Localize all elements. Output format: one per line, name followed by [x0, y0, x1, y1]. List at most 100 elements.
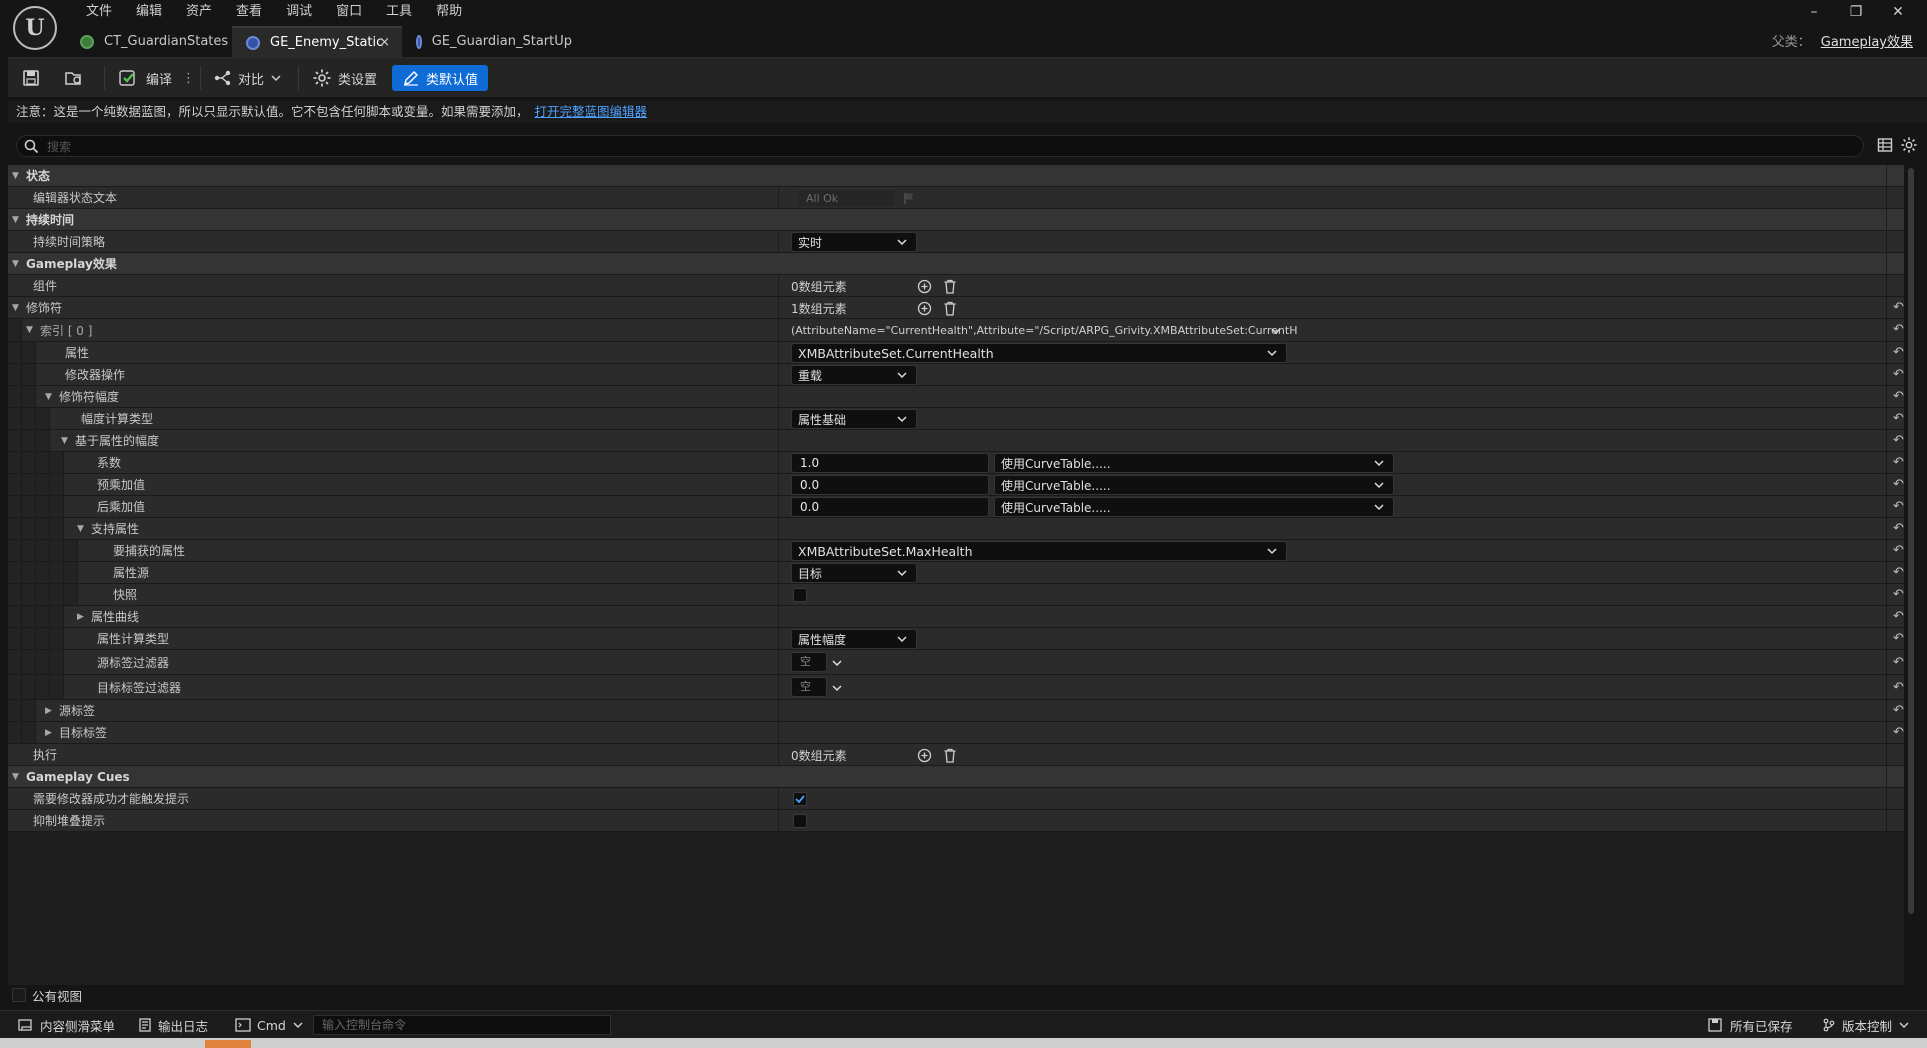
- tab-ge-guardian-startup[interactable]: GE_Guardian_StartUp: [402, 26, 572, 57]
- collapse-arrow-icon[interactable]: ▼: [12, 171, 26, 181]
- reset-to-default-icon[interactable]: ↶: [1893, 631, 1904, 646]
- console-command-input[interactable]: [313, 1015, 611, 1035]
- close-icon[interactable]: ✕: [1877, 2, 1919, 22]
- more-options-icon[interactable]: ⋮: [182, 71, 195, 86]
- collapse-arrow-icon[interactable]: ▼: [12, 303, 26, 313]
- output-log-button[interactable]: 输出日志: [138, 1015, 208, 1035]
- chevron-down-icon[interactable]: [831, 682, 843, 694]
- chevron-down-icon[interactable]: [831, 657, 843, 669]
- trash-icon[interactable]: [943, 301, 957, 316]
- menu-debug[interactable]: 调试: [274, 2, 324, 22]
- source-tag-filter-box[interactable]: 空: [791, 652, 827, 672]
- tab-ct-guardianstates[interactable]: CT_GuardianStates: [66, 26, 232, 57]
- search-input[interactable]: [47, 138, 1847, 155]
- category-gameplay-cues[interactable]: ▼ Gameplay Cues: [8, 766, 1904, 788]
- reset-to-default-icon[interactable]: ↶: [1893, 680, 1904, 695]
- reset-to-default-icon[interactable]: ↶: [1893, 300, 1904, 315]
- collapse-arrow-icon[interactable]: ▼: [12, 772, 26, 782]
- open-full-editor-link[interactable]: 打开完整蓝图编辑器: [535, 104, 648, 119]
- require-success-checkbox[interactable]: [793, 792, 807, 806]
- category-status[interactable]: ▼ 状态: [8, 165, 1904, 187]
- class-defaults-button[interactable]: 类默认值: [392, 65, 489, 91]
- menu-help[interactable]: 帮助: [424, 2, 474, 22]
- reset-to-default-icon[interactable]: ↶: [1893, 543, 1904, 558]
- reset-to-default-icon[interactable]: ↶: [1893, 725, 1904, 740]
- details-scrollbar[interactable]: [1908, 168, 1914, 914]
- menu-tools[interactable]: 工具: [374, 2, 424, 22]
- menu-asset[interactable]: 资产: [174, 2, 224, 22]
- add-element-icon[interactable]: [917, 279, 932, 294]
- menu-edit[interactable]: 编辑: [124, 2, 174, 22]
- magnitude-calc-type-dropdown[interactable]: 属性基础: [791, 409, 917, 429]
- target-tag-filter-box[interactable]: 空: [791, 677, 827, 697]
- collapse-arrow-icon[interactable]: ▼: [12, 215, 26, 225]
- expand-arrow-icon[interactable]: ▶: [77, 612, 91, 622]
- reset-to-default-icon[interactable]: ↶: [1893, 367, 1904, 382]
- chevron-down-icon[interactable]: [1270, 325, 1282, 337]
- reset-to-default-icon[interactable]: ↶: [1893, 345, 1904, 360]
- attribute-dropdown[interactable]: XMBAttributeSet.CurrentHealth: [791, 343, 1287, 363]
- modifier-op-dropdown[interactable]: 重载: [791, 365, 917, 385]
- reset-to-default-icon[interactable]: ↶: [1893, 703, 1904, 718]
- reset-to-default-icon[interactable]: ↶: [1893, 411, 1904, 426]
- collapse-arrow-icon[interactable]: ▼: [61, 436, 75, 446]
- reset-to-default-icon[interactable]: ↶: [1893, 455, 1904, 470]
- class-settings-button[interactable]: 类设置: [312, 65, 377, 91]
- close-tab-icon[interactable]: ×: [379, 35, 390, 50]
- snapshot-checkbox[interactable]: [793, 588, 807, 602]
- compile-button[interactable]: 编译 ⋮: [118, 65, 195, 91]
- reset-to-default-icon[interactable]: ↶: [1893, 477, 1904, 492]
- attr-calc-type-dropdown[interactable]: 属性幅度: [791, 629, 917, 649]
- reset-to-default-icon[interactable]: ↶: [1893, 433, 1904, 448]
- reset-to-default-icon[interactable]: ↶: [1893, 655, 1904, 670]
- expand-arrow-icon[interactable]: ▶: [45, 728, 59, 738]
- attribute-source-dropdown[interactable]: 目标: [791, 563, 917, 583]
- add-element-icon[interactable]: [917, 748, 932, 763]
- category-duration[interactable]: ▼ 持续时间: [8, 209, 1904, 231]
- public-view-checkbox[interactable]: [12, 988, 26, 1002]
- diff-button[interactable]: 对比: [212, 65, 282, 91]
- captured-attribute-dropdown[interactable]: XMBAttributeSet.MaxHealth: [791, 541, 1287, 561]
- reset-to-default-icon[interactable]: ↶: [1893, 565, 1904, 580]
- cmd-dropdown[interactable]: Cmd: [235, 1015, 304, 1035]
- pre-multiply-input[interactable]: 0.0: [791, 475, 989, 495]
- save-button[interactable]: [22, 65, 40, 91]
- menu-file[interactable]: 文件: [74, 2, 124, 22]
- all-saved-button[interactable]: 所有已保存: [1708, 1015, 1793, 1035]
- curve-table-dropdown[interactable]: 使用CurveTable.....: [994, 453, 1394, 473]
- suppress-stacking-checkbox[interactable]: [793, 814, 807, 828]
- reset-to-default-icon[interactable]: ↶: [1893, 609, 1904, 624]
- duration-policy-dropdown[interactable]: 实时: [791, 232, 917, 252]
- post-multiply-input[interactable]: 0.0: [791, 497, 989, 517]
- gear-icon[interactable]: [1900, 136, 1918, 154]
- coefficient-input[interactable]: 1.0: [791, 453, 989, 473]
- content-drawer-button[interactable]: 内容侧滑菜单: [18, 1015, 115, 1035]
- tab-ge-enemy-static[interactable]: GE_Enemy_Static ×: [232, 26, 402, 57]
- trash-icon[interactable]: [943, 279, 957, 294]
- menu-window[interactable]: 窗口: [324, 2, 374, 22]
- reset-to-default-icon[interactable]: ↶: [1893, 322, 1904, 337]
- unreal-logo[interactable]: U: [13, 6, 57, 50]
- category-gameplay-effect[interactable]: ▼ Gameplay效果: [8, 253, 1904, 275]
- collapse-arrow-icon[interactable]: ▼: [12, 259, 26, 269]
- minimize-icon[interactable]: –: [1793, 2, 1835, 22]
- add-element-icon[interactable]: [917, 301, 932, 316]
- curve-table-dropdown[interactable]: 使用CurveTable.....: [994, 475, 1394, 495]
- reset-to-default-icon[interactable]: ↶: [1893, 521, 1904, 536]
- trash-icon[interactable]: [943, 748, 957, 763]
- restore-icon[interactable]: ❐: [1835, 2, 1877, 22]
- source-control-button[interactable]: 版本控制: [1822, 1015, 1910, 1035]
- curve-table-dropdown[interactable]: 使用CurveTable.....: [994, 497, 1394, 517]
- collapse-arrow-icon[interactable]: ▼: [26, 325, 40, 335]
- reset-to-default-icon[interactable]: ↶: [1893, 499, 1904, 514]
- collapse-arrow-icon[interactable]: ▼: [77, 524, 91, 534]
- browse-button[interactable]: [64, 65, 84, 91]
- public-view-toggle[interactable]: 公有视图: [8, 985, 1904, 1005]
- collapse-arrow-icon[interactable]: ▼: [45, 392, 59, 402]
- reset-to-default-icon[interactable]: ↶: [1893, 587, 1904, 602]
- reset-to-default-icon[interactable]: ↶: [1893, 389, 1904, 404]
- menu-view[interactable]: 查看: [224, 2, 274, 22]
- grid-view-icon[interactable]: [1877, 137, 1893, 153]
- expand-arrow-icon[interactable]: ▶: [45, 706, 59, 716]
- parent-class-link[interactable]: Gameplay效果: [1821, 35, 1913, 50]
